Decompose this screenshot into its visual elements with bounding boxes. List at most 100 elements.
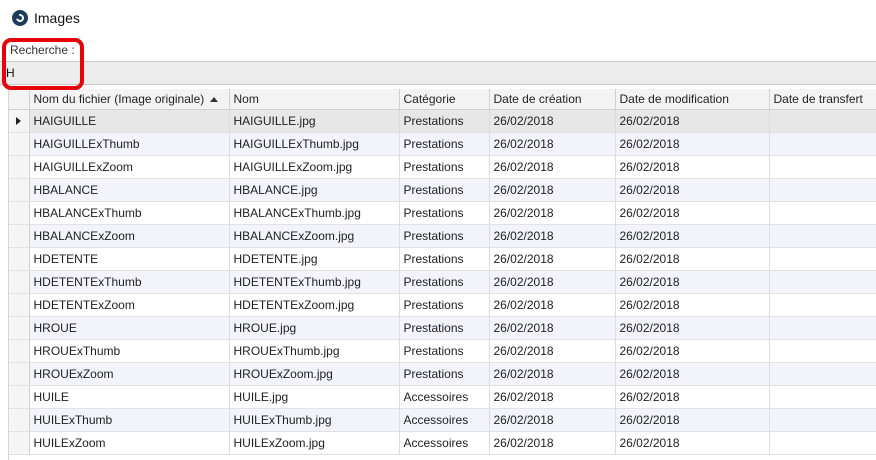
cell-date-creation[interactable]: 26/02/2018 — [489, 109, 616, 133]
cell-categorie[interactable]: Accessoires — [399, 408, 490, 432]
row-header[interactable] — [9, 316, 30, 340]
row-header[interactable] — [9, 362, 30, 386]
cell-filename[interactable]: HBALANCExZoom — [29, 224, 230, 248]
table-row[interactable]: HBALANCExThumb HBALANCExThumb.jpg Prestati… — [9, 201, 876, 225]
cell-filename[interactable]: HUILExThumb — [29, 408, 230, 432]
cell-categorie[interactable]: Prestations — [399, 132, 490, 156]
cell-filename[interactable]: HAIGUILLExZoom — [29, 155, 230, 179]
column-header-date-creation[interactable]: Date de création — [489, 89, 616, 110]
cell-date-modification[interactable]: 26/02/2018 — [615, 362, 770, 386]
cell-date-modification[interactable]: 26/02/2018 — [615, 224, 770, 248]
row-header[interactable] — [9, 270, 30, 294]
column-header-date-modification[interactable]: Date de modification — [615, 89, 770, 110]
cell-filename[interactable]: HROUE — [29, 316, 230, 340]
cell-date-creation[interactable]: 26/02/2018 — [489, 431, 616, 455]
cell-categorie[interactable]: Accessoires — [399, 385, 490, 409]
cell-date-transfert[interactable] — [769, 316, 876, 340]
cell-nom[interactable]: HROUE.jpg — [229, 316, 400, 340]
cell-date-modification[interactable]: 26/02/2018 — [615, 385, 770, 409]
cell-categorie[interactable]: Prestations — [399, 109, 490, 133]
cell-nom[interactable]: HBALANCExThumb.jpg — [229, 201, 400, 225]
cell-date-creation[interactable]: 26/02/2018 — [489, 201, 616, 225]
cell-filename[interactable]: HBALANCExThumb — [29, 201, 230, 225]
table-row[interactable]: HROUExThumb HROUExThumb.jpg Prestations 26/… — [9, 339, 876, 363]
table-row[interactable]: HROUE HROUE.jpg Prestations 26/02/2018 26/02… — [9, 316, 876, 340]
cell-nom[interactable]: HBALANCE.jpg — [229, 178, 400, 202]
cell-categorie[interactable]: Prestations — [399, 270, 490, 294]
table-row[interactable]: HAIGUILLE HAIGUILLE.jpg Prestations 26/02/2… — [9, 109, 876, 133]
cell-filename[interactable]: HAIGUILLExThumb — [29, 132, 230, 156]
cell-date-transfert[interactable] — [769, 247, 876, 271]
cell-nom[interactable]: HROUExZoom.jpg — [229, 362, 400, 386]
row-header[interactable] — [9, 201, 30, 225]
row-header[interactable] — [9, 132, 30, 156]
cell-nom[interactable]: HDETENTE.jpg — [229, 247, 400, 271]
cell-date-transfert[interactable] — [769, 408, 876, 432]
cell-nom[interactable]: HDETENTExThumb.jpg — [229, 270, 400, 294]
cell-date-transfert[interactable] — [769, 362, 876, 386]
search-input[interactable] — [6, 64, 866, 82]
cell-date-transfert[interactable] — [769, 109, 876, 133]
cell-date-modification[interactable]: 26/02/2018 — [615, 431, 770, 455]
cell-categorie[interactable]: Prestations — [399, 224, 490, 248]
cell-filename[interactable]: HBALANCE — [29, 178, 230, 202]
cell-date-creation[interactable]: 26/02/2018 — [489, 178, 616, 202]
table-row[interactable]: HROUExZoom HROUExZoom.jpg Prestations 26/02… — [9, 362, 876, 386]
cell-filename[interactable]: HROUExThumb — [29, 339, 230, 363]
cell-categorie[interactable]: Prestations — [399, 155, 490, 179]
cell-date-modification[interactable]: 26/02/2018 — [615, 178, 770, 202]
cell-date-creation[interactable]: 26/02/2018 — [489, 132, 616, 156]
row-header[interactable] — [9, 339, 30, 363]
cell-date-transfert[interactable] — [769, 132, 876, 156]
cell-date-creation[interactable]: 26/02/2018 — [489, 224, 616, 248]
table-row[interactable]: HUILE HUILE.jpg Accessoires 26/02/2018 26/02… — [9, 385, 876, 409]
table-row[interactable]: HUILExThumb HUILExThumb.jpg Accessoires 26/… — [9, 408, 876, 432]
table-row[interactable]: HBALANCE HBALANCE.jpg Prestations 26/02/201… — [9, 178, 876, 202]
table-row[interactable]: HDETENTExThumb HDETENTExThumb.jpg Prestati… — [9, 270, 876, 294]
cell-categorie[interactable]: Prestations — [399, 201, 490, 225]
cell-date-creation[interactable]: 26/02/2018 — [489, 316, 616, 340]
cell-filename[interactable]: HDETENTExThumb — [29, 270, 230, 294]
column-header-categorie[interactable]: Catégorie — [399, 89, 490, 110]
cell-date-transfert[interactable] — [769, 385, 876, 409]
row-header[interactable] — [9, 408, 30, 432]
cell-date-transfert[interactable] — [769, 155, 876, 179]
cell-date-creation[interactable]: 26/02/2018 — [489, 155, 616, 179]
cell-nom[interactable]: HBALANCExZoom.jpg — [229, 224, 400, 248]
column-header-nom[interactable]: Nom — [229, 89, 400, 110]
cell-date-modification[interactable]: 26/02/2018 — [615, 293, 770, 317]
cell-nom[interactable]: HAIGUILLExZoom.jpg — [229, 155, 400, 179]
cell-date-transfert[interactable] — [769, 224, 876, 248]
cell-date-creation[interactable]: 26/02/2018 — [489, 247, 616, 271]
cell-categorie[interactable]: Prestations — [399, 293, 490, 317]
table-row[interactable]: HUILExZoom HUILExZoom.jpg Accessoires 26/02… — [9, 431, 876, 455]
cell-date-creation[interactable]: 26/02/2018 — [489, 385, 616, 409]
cell-date-creation[interactable]: 26/02/2018 — [489, 362, 616, 386]
cell-categorie[interactable]: Prestations — [399, 247, 490, 271]
cell-date-modification[interactable]: 26/02/2018 — [615, 316, 770, 340]
cell-categorie[interactable]: Prestations — [399, 316, 490, 340]
cell-date-transfert[interactable] — [769, 339, 876, 363]
cell-nom[interactable]: HUILExThumb.jpg — [229, 408, 400, 432]
cell-date-modification[interactable]: 26/02/2018 — [615, 109, 770, 133]
cell-filename[interactable]: HAIGUILLE — [29, 109, 230, 133]
cell-date-transfert[interactable] — [769, 201, 876, 225]
cell-categorie[interactable]: Prestations — [399, 362, 490, 386]
table-row[interactable]: HBALANCExZoom HBALANCExZoom.jpg Prestation… — [9, 224, 876, 248]
cell-filename[interactable]: HDETENTExZoom — [29, 293, 230, 317]
cell-date-creation[interactable]: 26/02/2018 — [489, 408, 616, 432]
cell-date-creation[interactable]: 26/02/2018 — [489, 293, 616, 317]
cell-date-creation[interactable]: 26/02/2018 — [489, 339, 616, 363]
table-row[interactable]: HAIGUILLExZoom HAIGUILLExZoom.jpg Prestati… — [9, 155, 876, 179]
cell-date-modification[interactable]: 26/02/2018 — [615, 247, 770, 271]
cell-date-transfert[interactable] — [769, 293, 876, 317]
cell-categorie[interactable]: Prestations — [399, 339, 490, 363]
cell-nom[interactable]: HAIGUILLE.jpg — [229, 109, 400, 133]
cell-date-modification[interactable]: 26/02/2018 — [615, 132, 770, 156]
cell-categorie[interactable]: Prestations — [399, 178, 490, 202]
column-header-filename[interactable]: Nom du fichier (Image originale) — [29, 89, 230, 110]
row-header[interactable] — [9, 155, 30, 179]
cell-nom[interactable]: HUILE.jpg — [229, 385, 400, 409]
cell-date-modification[interactable]: 26/02/2018 — [615, 155, 770, 179]
table-row[interactable]: HDETENTExZoom HDETENTExZoom.jpg Prestation… — [9, 293, 876, 317]
